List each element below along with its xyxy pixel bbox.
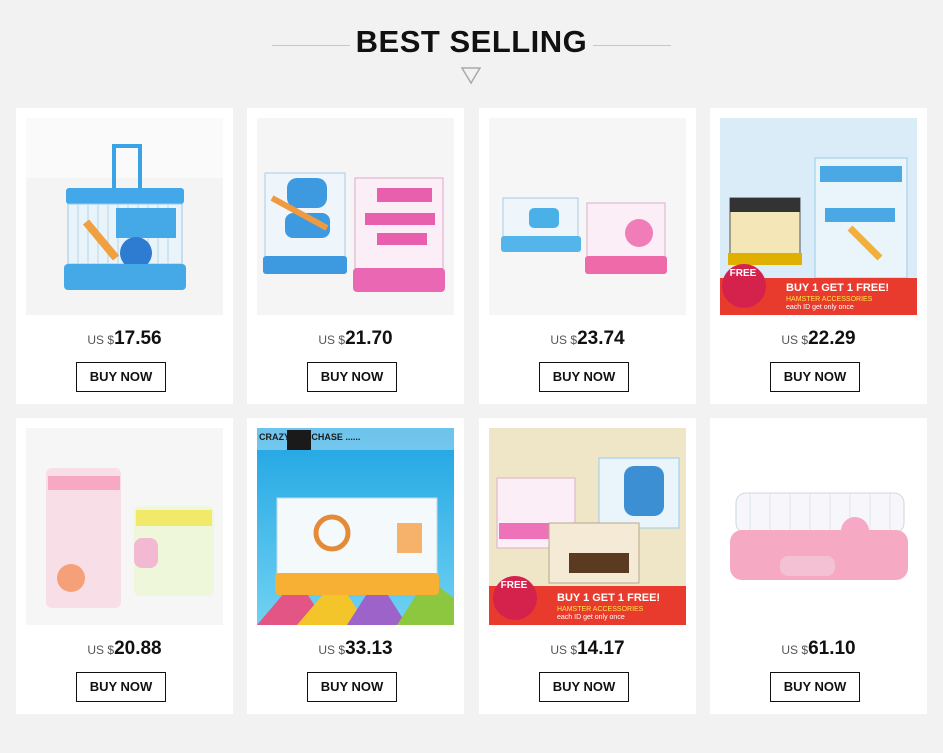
buy-now-button[interactable]: BUY NOW <box>770 362 860 392</box>
price-value: 22.29 <box>808 328 856 349</box>
product-image[interactable] <box>26 118 223 315</box>
currency-prefix: US $ <box>87 333 115 347</box>
product-price: US $21.70 <box>247 328 464 350</box>
currency-prefix: US $ <box>550 333 578 347</box>
product-price: US $33.13 <box>247 638 464 660</box>
price-value: 33.13 <box>345 638 393 659</box>
product-card[interactable]: US $20.88 BUY NOW <box>16 418 233 714</box>
promo-badge: FREE <box>500 580 528 591</box>
product-card[interactable]: FREE BUY 1 GET 1 FREE! HAMSTER ACCESSORI… <box>710 108 927 404</box>
promo-badge: FREE <box>729 268 757 279</box>
buy-now-button[interactable]: BUY NOW <box>770 672 860 702</box>
product-price: US $23.74 <box>479 328 696 350</box>
price-value: 17.56 <box>114 328 162 349</box>
promo-banner: CRAZY PURCHASE ...... <box>259 432 361 442</box>
product-card[interactable]: US $21.70 BUY NOW <box>247 108 464 404</box>
product-price: US $20.88 <box>16 638 233 660</box>
promo-line2: each ID get only once <box>557 614 625 621</box>
currency-prefix: US $ <box>87 643 115 657</box>
product-image[interactable] <box>257 118 454 315</box>
product-card[interactable]: US $61.10 BUY NOW <box>710 418 927 714</box>
product-card[interactable]: US $17.56 BUY NOW <box>16 108 233 404</box>
product-card[interactable]: CRAZY PURCHASE ...... US $33.13 BUY NOW <box>247 418 464 714</box>
currency-prefix: US $ <box>781 333 809 347</box>
buy-now-button[interactable]: BUY NOW <box>76 672 166 702</box>
promo-headline: BUY 1 GET 1 FREE! <box>557 592 661 604</box>
product-price: US $61.10 <box>710 638 927 660</box>
promo-headline: BUY 1 GET 1 FREE! <box>786 282 890 294</box>
price-value: 14.17 <box>577 638 625 659</box>
currency-prefix: US $ <box>781 643 809 657</box>
price-value: 61.10 <box>808 638 856 659</box>
product-image[interactable]: FREE BUY 1 GET 1 FREE! HAMSTER ACCESSORI… <box>489 428 686 625</box>
promo-line1: HAMSTER ACCESSORIES <box>786 296 873 303</box>
product-price: US $22.29 <box>710 328 927 350</box>
product-card[interactable]: US $23.74 BUY NOW <box>479 108 696 404</box>
price-value: 23.74 <box>577 328 625 349</box>
down-triangle-icon <box>461 67 481 85</box>
buy-now-button[interactable]: BUY NOW <box>539 672 629 702</box>
price-value: 20.88 <box>114 638 162 659</box>
section-header: BEST SELLING <box>0 0 943 100</box>
buy-now-button[interactable]: BUY NOW <box>307 362 397 392</box>
promo-line1: HAMSTER ACCESSORIES <box>557 606 644 613</box>
header-divider-right <box>593 45 671 46</box>
buy-now-button[interactable]: BUY NOW <box>539 362 629 392</box>
currency-prefix: US $ <box>318 333 346 347</box>
promo-line2: each ID get only once <box>786 304 854 311</box>
product-image[interactable]: CRAZY PURCHASE ...... <box>257 428 454 625</box>
product-card[interactable]: FREE BUY 1 GET 1 FREE! HAMSTER ACCESSORI… <box>479 418 696 714</box>
section-title: BEST SELLING <box>355 24 588 59</box>
buy-now-button[interactable]: BUY NOW <box>76 362 166 392</box>
product-image[interactable] <box>720 428 917 625</box>
product-image[interactable] <box>26 428 223 625</box>
currency-prefix: US $ <box>550 643 578 657</box>
product-price: US $14.17 <box>479 638 696 660</box>
price-value: 21.70 <box>345 328 393 349</box>
buy-now-button[interactable]: BUY NOW <box>307 672 397 702</box>
currency-prefix: US $ <box>318 643 346 657</box>
product-price: US $17.56 <box>16 328 233 350</box>
product-image[interactable]: FREE BUY 1 GET 1 FREE! HAMSTER ACCESSORI… <box>720 118 917 315</box>
product-image[interactable] <box>489 118 686 315</box>
